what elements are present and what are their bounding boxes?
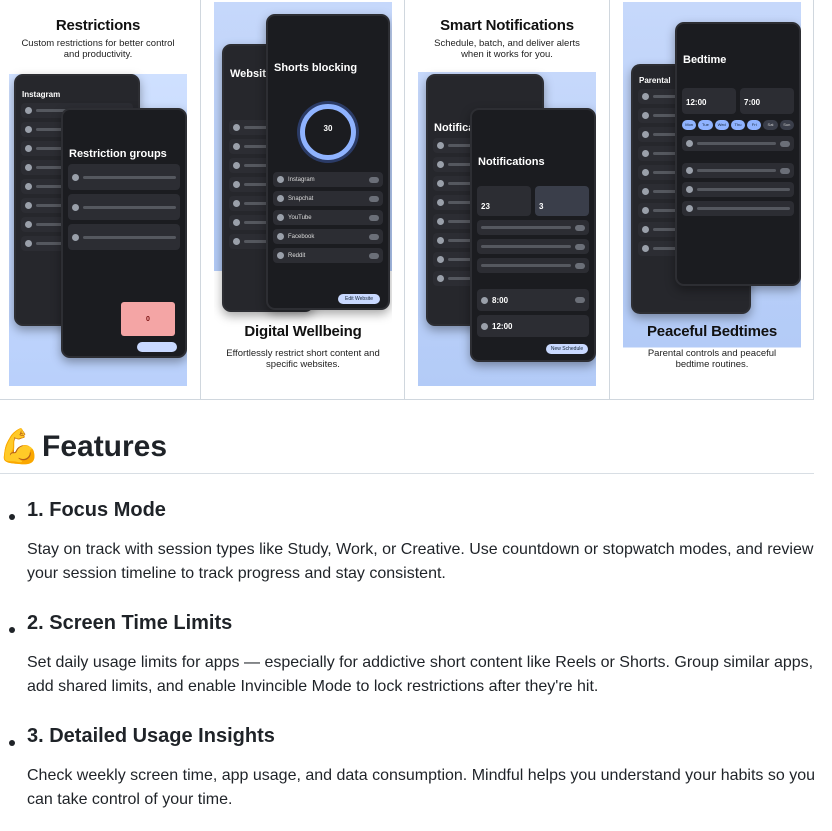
feature-description: Stay on track with session types like St…: [27, 541, 814, 582]
schedule-time: 8:00: [492, 295, 509, 305]
app-row-label: Instagram: [288, 176, 315, 183]
phone-mockup-front: Bedtime 12:00 7:00 Mon Tue Wed Thu Fri S…: [675, 22, 801, 286]
promo-image-smart-notifications[interactable]: Smart Notifications Schedule, batch, and…: [418, 2, 596, 386]
feature-description: Set daily usage limits for apps — especi…: [27, 654, 814, 695]
promo-title: Peaceful Bedtimes: [647, 323, 777, 340]
phone-title: Shorts blocking: [274, 62, 358, 74]
stat-value: 23: [477, 186, 531, 216]
promo-image-restrictions[interactable]: Restrictions Custom restrictions for bet…: [9, 2, 187, 386]
feature-description: Check weekly screen time, app usage, and…: [27, 767, 816, 808]
phone-mockup-front: Shorts blocking 30 Instagram Snapchat Yo…: [266, 14, 390, 310]
day-chip: Sat: [763, 120, 778, 130]
promo-title: Restrictions: [55, 17, 141, 34]
feature-heading: 3. Detailed Usage Insights: [27, 725, 275, 747]
phone-mockup-front: Restriction groups 0: [61, 108, 187, 358]
promo-title: Smart Notifications: [440, 17, 574, 34]
promo-image-peaceful-bedtimes[interactable]: Parental Bedtime 12:00 7:00 Mon Tue Wed …: [623, 2, 801, 386]
day-chip: Mon: [682, 120, 697, 130]
bullet-icon: [9, 514, 15, 520]
feature-heading: 2. Screen Time Limits: [27, 612, 233, 634]
day-chip: Sun: [779, 120, 794, 130]
flexed-biceps-icon: 💪: [0, 427, 41, 466]
features-heading: 💪 Features: [0, 420, 814, 474]
phone-title: Notifications: [478, 156, 545, 168]
weekday-selector: Mon Tue Wed Thu Fri Sat Sun: [682, 120, 794, 130]
bedtime-start: 12:00: [682, 88, 736, 114]
promo-image-digital-wellbeing[interactable]: Website Shorts blocking 30 Instagram Sna…: [214, 2, 392, 386]
screenshot-gallery: Restrictions Custom restrictions for bet…: [0, 0, 814, 400]
new-schedule-button: New Schedule: [546, 344, 588, 354]
gallery-cell-peaceful-bedtimes[interactable]: Parental Bedtime 12:00 7:00 Mon Tue Wed …: [610, 0, 814, 399]
promo-subtitle: Schedule, batch, and deliver alerts when…: [434, 38, 580, 60]
feature-heading: 1. Focus Mode: [27, 499, 166, 521]
tile-zero: 0: [121, 302, 175, 336]
phone-back-title: Instagram: [22, 90, 61, 99]
phone-title: Bedtime: [683, 54, 727, 66]
promo-subtitle: Custom restrictions for better control a…: [21, 38, 175, 60]
stat-value: 3: [535, 186, 589, 216]
day-chip: Tue: [698, 120, 713, 130]
timer-value: 30: [323, 124, 333, 133]
promo-title: Digital Wellbeing: [244, 323, 362, 340]
bedtime-end: 7:00: [740, 88, 794, 114]
schedule-time: 12:00: [492, 321, 513, 331]
edit-website-button: Edit Website: [338, 294, 380, 304]
bullet-icon: [9, 627, 15, 633]
create-group-button: [137, 342, 177, 352]
bullet-icon: [9, 740, 15, 746]
app-row-label: Facebook: [288, 233, 315, 240]
promo-subtitle: Parental controls and peaceful bedtime r…: [647, 348, 777, 370]
day-chip: Fri: [747, 120, 762, 130]
promo-subtitle: Effortlessly restrict short content and …: [226, 348, 380, 370]
gallery-cell-smart-notifications[interactable]: Smart Notifications Schedule, batch, and…: [405, 0, 610, 399]
app-row-label: Snapchat: [288, 195, 314, 202]
gallery-cell-digital-wellbeing[interactable]: Website Shorts blocking 30 Instagram Sna…: [201, 0, 405, 399]
phone-title: Restriction groups: [69, 148, 167, 160]
gallery-cell-restrictions[interactable]: Restrictions Custom restrictions for bet…: [0, 0, 201, 399]
timer-ring: 30: [300, 104, 356, 160]
app-row-label: YouTube: [288, 214, 312, 221]
phone-mockup-front: Notifications 23 3 8:00 12:00 New Schedu…: [470, 108, 596, 362]
day-chip: Wed: [714, 120, 729, 130]
features-title: Features: [42, 429, 168, 463]
app-row-label: Reddit: [288, 252, 306, 259]
day-chip: Thu: [730, 120, 746, 130]
